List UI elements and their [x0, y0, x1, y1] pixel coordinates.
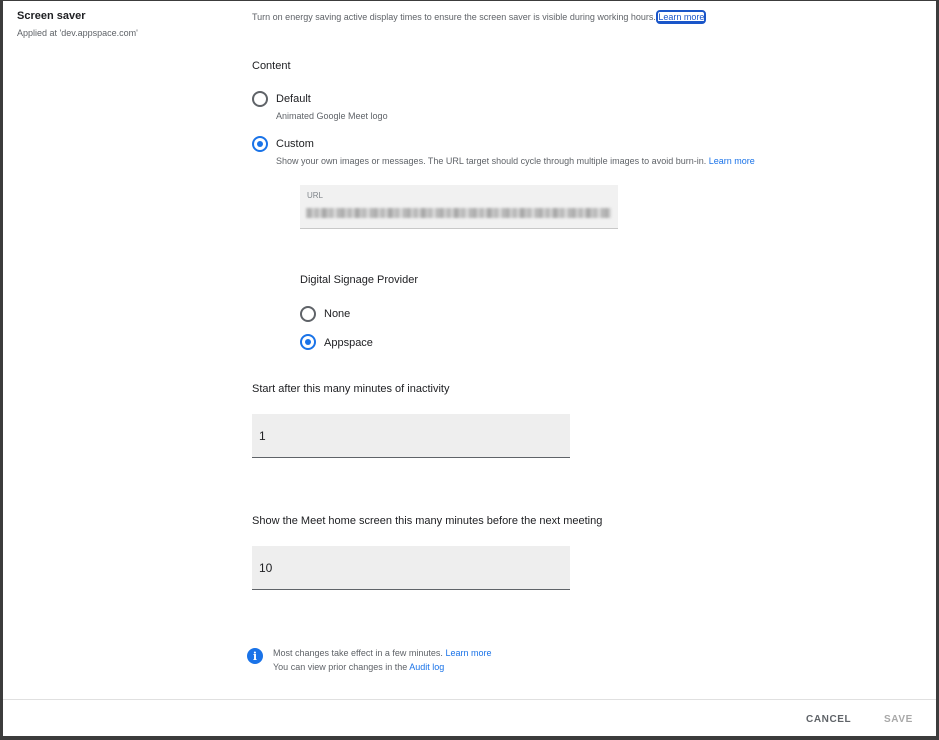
content-heading: Content [252, 60, 291, 72]
setting-title: Screen saver [17, 10, 86, 22]
radio-default[interactable] [252, 91, 268, 107]
url-input-obscured-value [306, 208, 611, 218]
radio-custom-label: Custom [276, 138, 314, 150]
info-line-1-text: Most changes take effect in a few minute… [273, 648, 443, 658]
info-learn-more-link[interactable]: Learn more [445, 648, 491, 658]
info-line-1: Most changes take effect in a few minute… [273, 648, 491, 658]
home-screen-label: Show the Meet home screen this many minu… [252, 515, 603, 527]
cancel-button[interactable]: CANCEL [806, 714, 851, 725]
home-screen-input[interactable]: 10 [252, 546, 570, 590]
signage-heading: Digital Signage Provider [300, 274, 419, 286]
url-input-label: URL [307, 191, 324, 200]
radio-default-helper: Animated Google Meet logo [276, 111, 388, 121]
radio-custom-dot [257, 141, 263, 147]
radio-appspace[interactable] [300, 334, 316, 350]
audit-log-link[interactable]: Audit log [409, 662, 444, 672]
radio-appspace-label: Appspace [324, 337, 373, 349]
radio-appspace-dot [305, 339, 311, 345]
info-icon: i [247, 648, 263, 664]
radio-default-label: Default [276, 93, 311, 105]
window-frame [0, 0, 939, 740]
setting-applied-at: Applied at 'dev.appspace.com' [17, 28, 138, 38]
radio-none-label: None [324, 308, 351, 320]
radio-custom-helper: Show your own images or messages. The UR… [276, 156, 755, 166]
radio-custom[interactable] [252, 136, 268, 152]
save-button[interactable]: SAVE [884, 714, 913, 725]
setting-description: Turn on energy saving active display tim… [252, 10, 707, 24]
description-learn-more-link[interactable]: Learn more [656, 10, 707, 24]
url-input[interactable]: URL [300, 185, 618, 229]
info-line-2-text: You can view prior changes in the [273, 662, 408, 672]
inactivity-label: Start after this many minutes of inactiv… [252, 383, 450, 395]
radio-custom-helper-text: Show your own images or messages. The UR… [276, 156, 707, 166]
footer-divider [3, 699, 936, 700]
radio-none[interactable] [300, 306, 316, 322]
setting-description-text: Turn on energy saving active display tim… [252, 12, 656, 22]
inactivity-input[interactable]: 1 [252, 414, 570, 458]
info-line-2: You can view prior changes in the Audit … [273, 662, 444, 672]
custom-learn-more-link[interactable]: Learn more [709, 156, 755, 166]
